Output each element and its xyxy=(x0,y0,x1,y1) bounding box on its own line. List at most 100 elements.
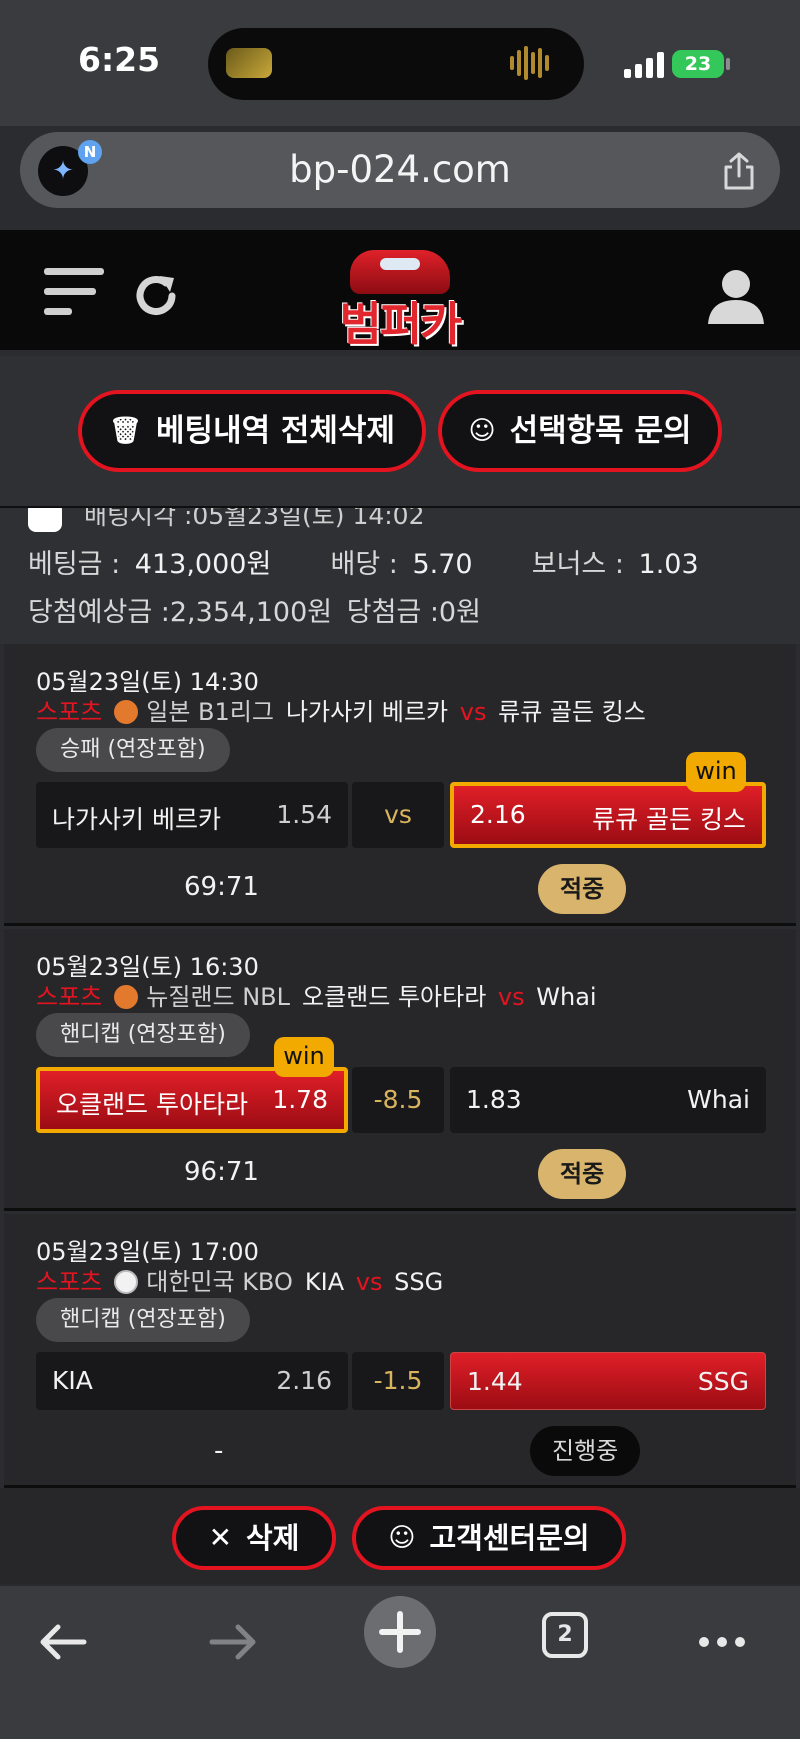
handicap-cell: -1.5 xyxy=(352,1352,444,1410)
delete-all-label: 베팅내역 전체삭제 xyxy=(156,413,395,449)
forward-arrow-icon[interactable] xyxy=(202,1612,262,1672)
sport-label: 스포츠 xyxy=(36,698,103,726)
match-card: 05월23일(토) 17:00 스포츠 대한민국 KBO KIA vs SSG 핸디… xyxy=(4,1214,796,1488)
result-badge: 적중 xyxy=(538,1149,627,1199)
delete-bet-button[interactable]: ✕ 삭제 xyxy=(172,1506,336,1570)
bet-amount-value: 413,000원 xyxy=(134,549,272,580)
trash-icon: 🗑 xyxy=(109,416,143,446)
vs-cell: vs xyxy=(352,782,444,848)
site-logo[interactable]: 범퍼카 xyxy=(330,250,470,351)
home-odds: 1.54 xyxy=(276,800,332,829)
vs-label: vs xyxy=(497,983,525,1011)
league-name: 대한민국 KBO xyxy=(146,1268,293,1296)
url-text[interactable]: bp-024.com xyxy=(20,148,780,191)
bet-history-actions: 🗑 베팅내역 전체삭제 ☺ 선택항목 문의 xyxy=(0,356,800,506)
back-arrow-icon[interactable] xyxy=(34,1612,94,1672)
bonus-value: 1.03 xyxy=(638,549,699,580)
home-team-name: 오클랜드 투아타라 xyxy=(302,983,487,1011)
home-team: 나가사키 베르카 xyxy=(52,805,221,834)
final-score: 96:71 xyxy=(184,1157,259,1187)
odds-value: 5.70 xyxy=(412,549,473,580)
match-league-line: 스포츠 대한민국 KBO KIA vs SSG xyxy=(36,1262,443,1297)
browser-toolbar: 2 xyxy=(0,1584,800,1739)
clock: 6:25 xyxy=(78,40,161,79)
bet-amount-row: 베팅금 : 413,000원 배당 : 5.70 보너스 : 1.03 xyxy=(28,542,705,581)
support-label: 고객센터문의 xyxy=(429,1521,590,1555)
new-tab-button[interactable] xyxy=(364,1596,436,1668)
away-odds-cell-selected[interactable]: 1.44 SSG xyxy=(450,1352,766,1410)
market-type-tag: 핸디캡 (연장포함) xyxy=(36,1013,250,1057)
bet-card-actions: ✕ 삭제 ☺ 고객센터문의 xyxy=(0,1488,800,1584)
hamburger-menu-icon[interactable] xyxy=(44,268,104,320)
match-league-line: 스포츠 뉴질랜드 NBL 오클랜드 투아타라 vs Whai xyxy=(36,977,597,1012)
more-options-icon[interactable] xyxy=(692,1612,752,1672)
tabs-button[interactable]: 2 xyxy=(538,1608,594,1664)
sport-label: 스포츠 xyxy=(36,983,103,1011)
bonus-label: 보너스 : xyxy=(531,549,624,580)
baseball-icon xyxy=(114,1270,139,1294)
cellular-signal-icon xyxy=(624,52,666,78)
league-name: 일본 B1리그 xyxy=(146,698,274,726)
audio-waveform-icon xyxy=(510,46,554,82)
result-badge: 적중 xyxy=(538,864,627,914)
home-team-name: 나가사키 베르카 xyxy=(285,698,449,726)
inquire-selected-button[interactable]: ☺ 선택항목 문의 xyxy=(438,390,722,472)
tab-count: 2 xyxy=(542,1612,588,1658)
dynamic-island xyxy=(208,28,584,100)
match-league-line: 스포츠 일본 B1리그 나가사키 베르카 vs 류큐 골든 킹스 xyxy=(36,692,646,727)
away-team: Whai xyxy=(687,1085,750,1114)
away-odds-cell[interactable]: 1.83 Whai xyxy=(450,1067,766,1133)
home-odds-cell-selected[interactable]: win 오클랜드 투아타라 1.78 xyxy=(36,1037,348,1133)
basketball-icon xyxy=(114,700,139,724)
vs-label: vs xyxy=(459,698,487,726)
home-odds: 1.78 xyxy=(272,1085,328,1114)
home-odds: 2.16 xyxy=(276,1366,332,1395)
close-icon: ✕ xyxy=(208,1521,233,1554)
delete-all-bets-button[interactable]: 🗑 베팅내역 전체삭제 xyxy=(78,390,426,472)
home-team: KIA xyxy=(52,1366,93,1395)
bet-time: 배팅시각 :05월23일(토) 14:02 xyxy=(84,506,425,530)
match-card: 05월23일(토) 16:30 스포츠 뉴질랜드 NBL 오클랜드 투아타라 vs … xyxy=(4,929,796,1211)
match-card: 05월23일(토) 14:30 스포츠 일본 B1리그 나가사키 베르카 vs 류큐… xyxy=(4,644,796,926)
customer-center-button[interactable]: ☺ 고객센터문의 xyxy=(352,1506,626,1570)
basketball-icon xyxy=(114,985,139,1009)
share-icon[interactable] xyxy=(722,152,756,190)
battery-indicator: 23 xyxy=(672,50,724,78)
user-profile-icon[interactable] xyxy=(706,266,766,326)
payout-row: 당첨예상금 :2,354,100원 당첨금 :0원 xyxy=(28,590,487,629)
home-odds-cell[interactable]: 나가사키 베르카 1.54 xyxy=(36,782,348,848)
away-team: SSG xyxy=(697,1367,749,1396)
bet-summary: 배팅시각 :05월23일(토) 14:02 베팅금 : 413,000원 배당 … xyxy=(0,506,800,644)
support-agent-icon: ☺ xyxy=(388,1523,416,1553)
bet-select-checkbox[interactable] xyxy=(28,508,62,532)
plus-icon xyxy=(379,1611,421,1653)
actual-payout: 당첨금 :0원 xyxy=(346,597,481,628)
vs-label: vs xyxy=(355,1268,383,1296)
away-team: 류큐 골든 킹스 xyxy=(592,805,746,834)
final-score: - xyxy=(214,1436,224,1466)
away-odds: 1.44 xyxy=(467,1367,523,1396)
away-team-name: Whai xyxy=(536,983,597,1011)
support-agent-icon: ☺ xyxy=(468,416,496,446)
logo-text: 범퍼카 xyxy=(339,297,463,351)
address-bar[interactable]: ✦ N bp-024.com xyxy=(20,132,780,208)
delete-label: 삭제 xyxy=(246,1521,300,1555)
site-header: 범퍼카 xyxy=(0,230,800,351)
home-odds-cell[interactable]: KIA 2.16 xyxy=(36,1352,348,1410)
away-odds-cell-selected[interactable]: win 2.16 류큐 골든 킹스 xyxy=(450,752,766,848)
result-badge: 진행중 xyxy=(530,1426,641,1476)
now-playing-artwork xyxy=(226,48,272,78)
bet-amount-label: 베팅금 : xyxy=(28,549,121,580)
refresh-icon[interactable] xyxy=(130,270,182,322)
inquiry-label: 선택항목 문의 xyxy=(509,413,692,449)
odds-label: 배당 : xyxy=(330,549,398,580)
win-badge: win xyxy=(274,1037,334,1077)
home-team-name: KIA xyxy=(304,1268,345,1296)
away-odds: 1.83 xyxy=(466,1085,522,1114)
final-score: 69:71 xyxy=(184,872,259,902)
home-team: 오클랜드 투아타라 xyxy=(56,1090,248,1119)
sport-label: 스포츠 xyxy=(36,1268,103,1296)
market-type-tag: 승패 (연장포함) xyxy=(36,728,230,772)
win-badge: win xyxy=(686,752,746,792)
league-name: 뉴질랜드 NBL xyxy=(146,983,290,1011)
